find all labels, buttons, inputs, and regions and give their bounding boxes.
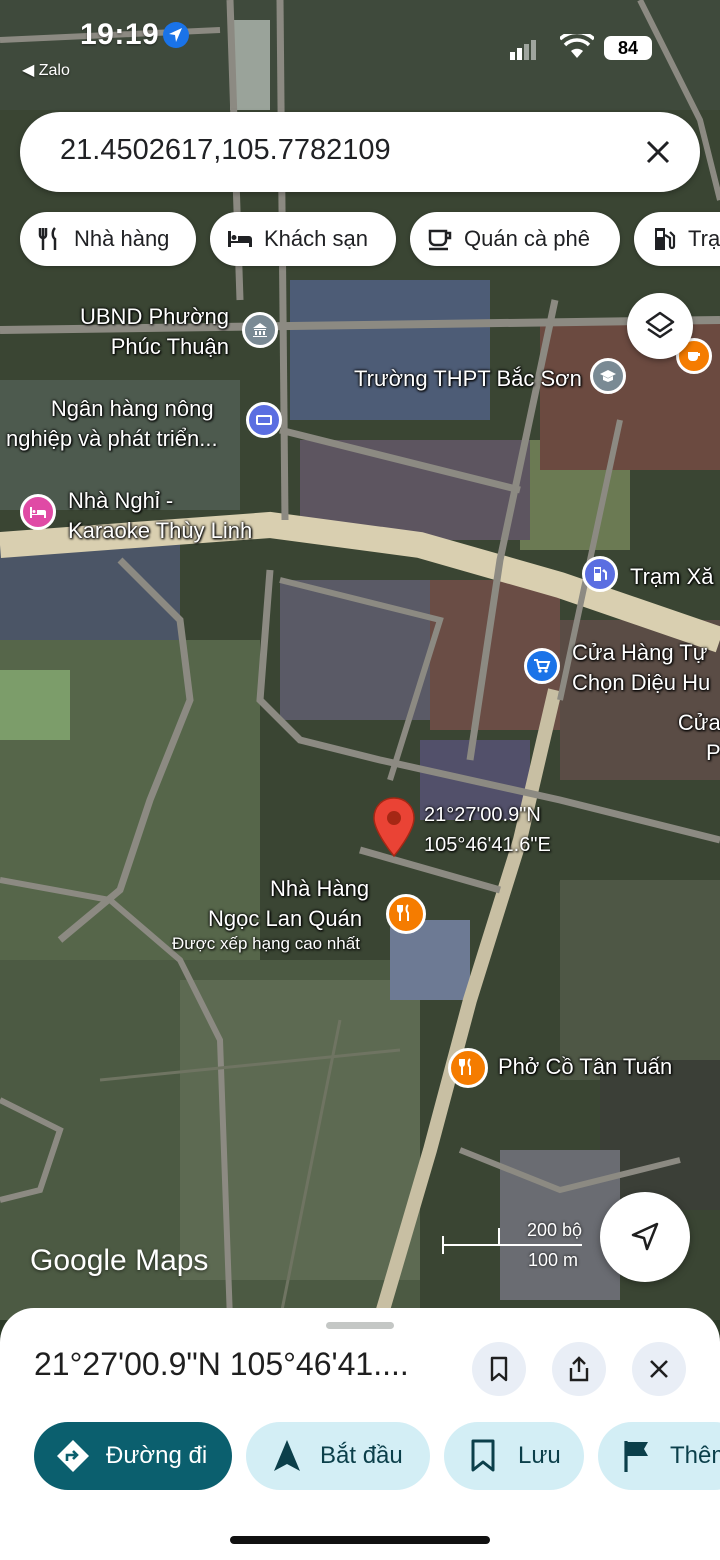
save-button[interactable]: Lưu [444, 1422, 584, 1490]
restaurant-pin-icon[interactable] [386, 894, 426, 934]
close-icon[interactable] [642, 136, 674, 168]
poi-label-store[interactable]: Cửa Hàng Tự Chọn Diệu Hu [572, 638, 710, 698]
poi-ubnd-line1: UBND Phường [80, 304, 229, 329]
bookmark-icon [471, 1439, 495, 1472]
status-time: 19:19 [80, 18, 160, 51]
hotel-icon [228, 231, 252, 247]
gas-station-pin-icon[interactable] [582, 556, 618, 592]
poi-label-guesthouse[interactable]: Nhà Nghỉ - Karaoke Thùy Linh [68, 486, 252, 546]
save-bookmark-button[interactable] [472, 1342, 526, 1396]
poi-label-restaurant-name[interactable]: Ngọc Lan Quán [208, 904, 362, 934]
pin-longitude: 105°46'41.6"E [424, 834, 551, 856]
cellular-signal-icon [510, 40, 536, 60]
status-bar: 19:19 ◀ Zalo 84 [0, 0, 720, 80]
location-services-icon [163, 22, 189, 48]
dropped-pin-icon[interactable] [370, 796, 418, 860]
save-label: Lưu [518, 1442, 561, 1469]
sheet-drag-handle[interactable] [326, 1322, 394, 1329]
chip-gas[interactable]: Trạ [634, 212, 720, 266]
map-layers-button[interactable] [627, 293, 693, 359]
share-button[interactable] [552, 1342, 606, 1396]
directions-label: Đường đi [106, 1442, 208, 1469]
poi-store2-line1: Cửa [677, 710, 720, 735]
poi-guesthouse-line1: Nhà Nghỉ - [68, 488, 174, 513]
poi-label-pho[interactable]: Phở Cồ Tân Tuấn [498, 1052, 672, 1082]
gas-station-icon [655, 228, 676, 250]
category-chips: Nhà hàng Khách sạn Quán cà phê Trạ [20, 212, 720, 268]
poi-label-school[interactable]: Trường THPT Bắc Sơn [354, 364, 582, 394]
google-maps-logo: Google Maps [30, 1244, 209, 1277]
pin-coordinates-label: 21°27'00.9"N 105°46'41.6"E [424, 800, 551, 860]
chip-coffee[interactable]: Quán cà phê [410, 212, 620, 266]
share-icon [569, 1356, 589, 1382]
layers-icon [645, 311, 675, 339]
map-scale: 200 bộ 100 m [442, 1220, 592, 1276]
search-bar[interactable]: 21.4502617,105.7782109 [20, 112, 700, 192]
more-button[interactable]: Thêm [598, 1422, 720, 1490]
start-button[interactable]: Bắt đầu [246, 1422, 430, 1490]
restaurant-icon [38, 227, 57, 250]
poi-label-restaurant[interactable]: Nhà Hàng [270, 874, 371, 904]
poi-store-line1: Cửa Hàng Tự [572, 640, 708, 665]
poi-bank-line2: nghiệp và phát triển... [6, 426, 218, 451]
poi-label-store2[interactable]: Cửa P [674, 708, 720, 768]
place-title: 21°27'00.9"N 105°46'41.... [34, 1346, 409, 1382]
school-pin-icon[interactable] [590, 358, 626, 394]
coffee-icon [428, 229, 452, 251]
poi-bank-line1: Ngân hàng nông [50, 396, 214, 421]
poi-restaurant-line1: Nhà Hàng [270, 876, 370, 901]
map-view[interactable]: UBND Phường Phúc Thuận Trường THPT Bắc S… [0, 0, 720, 1320]
place-bottom-sheet[interactable]: 21°27'00.9"N 105°46'41.... Đường đi Bắt … [0, 1308, 720, 1560]
poi-store-line2: Chọn Diệu Hu [572, 670, 711, 695]
chip-hotels[interactable]: Khách sạn [210, 212, 396, 266]
pin-latitude: 21°27'00.9"N [424, 804, 541, 826]
chip-label: Quán cà phê [464, 226, 590, 251]
search-query[interactable]: 21.4502617,105.7782109 [60, 134, 391, 167]
pho-restaurant-pin-icon[interactable] [448, 1048, 488, 1088]
restaurant-rating-label: Được xếp hạng cao nhất [172, 934, 360, 953]
scale-imperial: 200 bộ [526, 1220, 582, 1240]
navigation-arrow-icon [631, 1222, 659, 1251]
more-label: Thêm [670, 1442, 720, 1469]
poi-label-bank[interactable]: Ngân hàng nông nghiệp và phát triển... [6, 394, 218, 454]
start-label: Bắt đầu [320, 1442, 403, 1469]
home-indicator[interactable] [230, 1536, 490, 1544]
government-pin-icon[interactable] [242, 312, 278, 348]
store-pin-icon[interactable] [524, 648, 560, 684]
bank-pin-icon[interactable] [246, 402, 282, 438]
flag-icon [624, 1441, 648, 1472]
chip-label: Khách sạn [264, 226, 368, 251]
poi-label-ubnd[interactable]: UBND Phường Phúc Thuận [80, 302, 229, 362]
navigation-icon [274, 1440, 300, 1471]
directions-button[interactable]: Đường đi [34, 1422, 232, 1490]
scale-metric: 100 m [527, 1250, 578, 1270]
lodging-pin-icon[interactable] [20, 494, 56, 530]
poi-ubnd-line2: Phúc Thuận [110, 334, 229, 359]
poi-store2-line2: P [706, 740, 720, 765]
chip-restaurants[interactable]: Nhà hàng [20, 212, 196, 266]
close-sheet-button[interactable] [632, 1342, 686, 1396]
directions-icon [57, 1440, 89, 1472]
my-location-button[interactable] [600, 1192, 690, 1282]
battery-indicator: 84 [604, 36, 652, 60]
close-icon [650, 1360, 668, 1378]
poi-guesthouse-line2: Karaoke Thùy Linh [68, 518, 253, 543]
wifi-icon [560, 34, 594, 58]
chip-label: Nhà hàng [74, 226, 170, 251]
poi-label-gas[interactable]: Trạm Xă [630, 562, 714, 592]
back-to-app-link[interactable]: ◀ Zalo [22, 60, 70, 80]
bookmark-icon [490, 1356, 508, 1382]
chip-label: Trạ [688, 226, 720, 251]
